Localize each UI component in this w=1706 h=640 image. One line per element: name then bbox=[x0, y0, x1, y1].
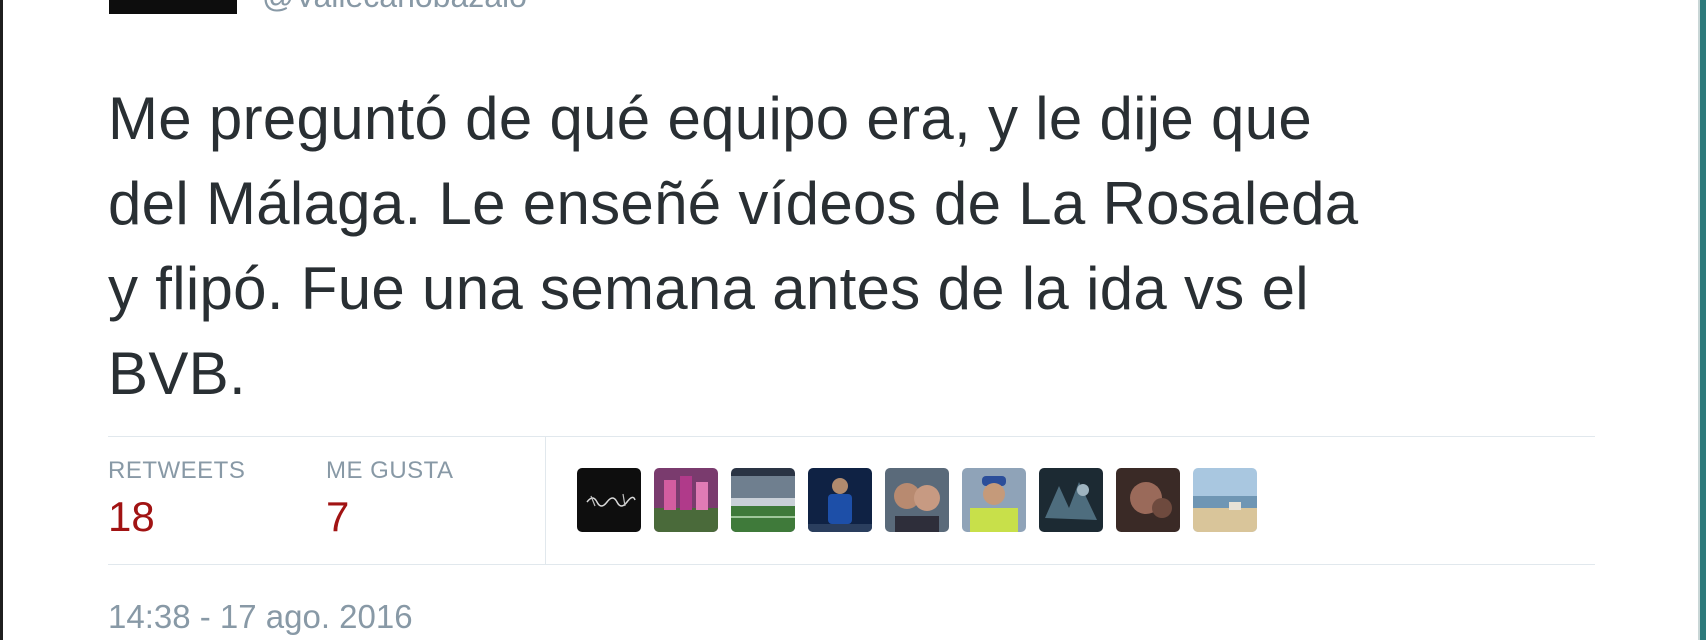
favoriter-avatar[interactable] bbox=[1039, 468, 1103, 532]
favoriter-avatar[interactable] bbox=[962, 468, 1026, 532]
tweet-text-line: Me preguntó de qué equipo era, y le dije… bbox=[108, 85, 1313, 152]
window-frame-left bbox=[0, 0, 3, 640]
favoriter-avatar[interactable] bbox=[885, 468, 949, 532]
favoriter-avatar[interactable] bbox=[1193, 468, 1257, 532]
retweets-count: 18 bbox=[108, 493, 155, 540]
favoriter-avatar[interactable] bbox=[731, 468, 795, 532]
retweets-stat[interactable]: RETWEETS 18 bbox=[108, 457, 245, 541]
likes-stat[interactable]: ME GUSTA 7 bbox=[326, 457, 454, 541]
tweet-text-line: del Málaga. Le enseñé vídeos de La Rosal… bbox=[108, 170, 1359, 237]
tweet-timestamp[interactable]: 14:38 - 17 ago. 2016 bbox=[108, 598, 413, 636]
favoriter-avatar[interactable] bbox=[1116, 468, 1180, 532]
favoriter-avatar[interactable] bbox=[577, 468, 641, 532]
stats-divider bbox=[545, 437, 546, 564]
likes-label: ME GUSTA bbox=[326, 457, 454, 484]
favoriter-avatar[interactable] bbox=[808, 468, 872, 532]
tweet-text: Me preguntó de qué equipo era, y le dije… bbox=[108, 76, 1628, 416]
retweets-label: RETWEETS bbox=[108, 457, 246, 484]
tweet-text-line: BVB. bbox=[108, 340, 246, 407]
tweet-text-line: y flipó. Fue una semana antes de la ida … bbox=[108, 255, 1309, 322]
tweet-stats: RETWEETS 18 ME GUSTA 7 bbox=[108, 436, 1595, 565]
window-frame-right bbox=[1700, 0, 1706, 640]
author-handle[interactable]: @Vallecanobazalo bbox=[262, 0, 527, 15]
likes-count: 7 bbox=[326, 493, 350, 540]
author-avatar[interactable] bbox=[109, 0, 237, 14]
favoriter-avatar[interactable] bbox=[654, 468, 718, 532]
